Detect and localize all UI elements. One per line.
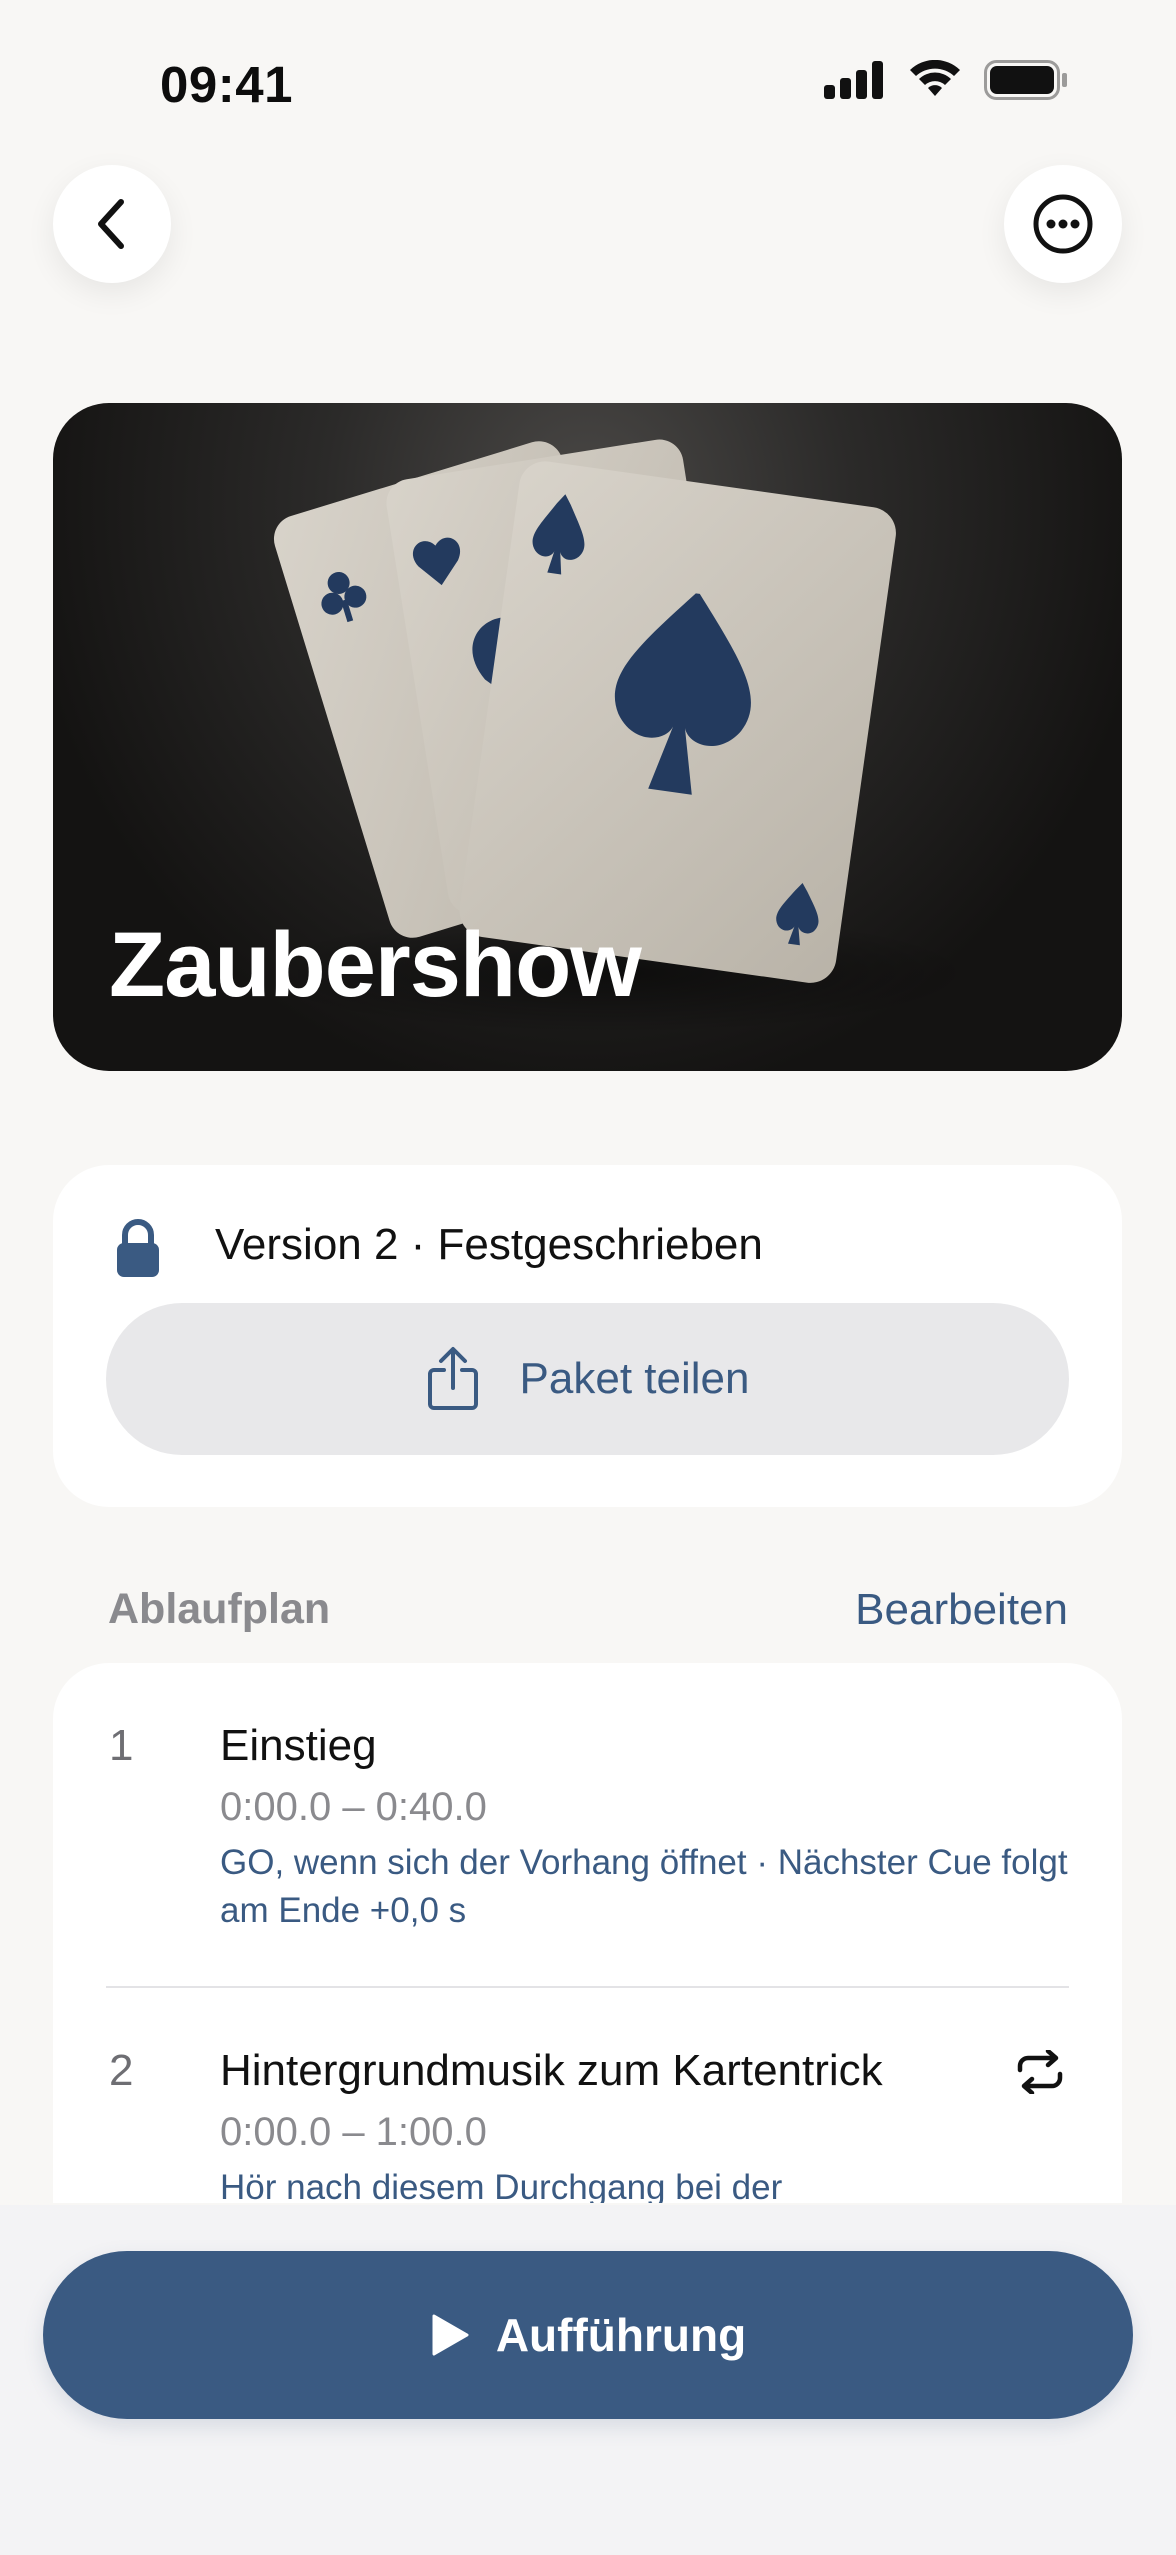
wifi-icon (910, 60, 960, 96)
more-button[interactable] (1004, 165, 1122, 283)
share-label: Paket teilen (519, 1354, 750, 1403)
perform-button[interactable]: Aufführung (43, 2251, 1133, 2419)
back-button[interactable] (53, 165, 171, 283)
version-card: Version 2 · Festgeschrieben Paket teilen (53, 1165, 1122, 1507)
cue-note: GO, wenn sich der Vorhang öffnet · Nächs… (220, 1843, 1068, 1930)
cue-row[interactable]: 1 Einstieg 0:00.0 – 0:40.0 GO, wenn sich… (53, 1663, 1122, 1988)
share-icon (427, 1347, 478, 1410)
cue-title: Hintergrundmusik zum Kartentrick (220, 2046, 883, 2095)
cue-time: 0:00.0 – 0:40.0 (220, 1785, 487, 1829)
play-icon (432, 2314, 469, 2356)
cue-time: 0:00.0 – 1:00.0 (220, 2110, 487, 2154)
ellipsis-circle-icon (1033, 194, 1093, 254)
perform-label: Aufführung (495, 2309, 747, 2361)
cue-note: Hör nach diesem Durchgang bei der (220, 2168, 783, 2203)
section-title: Ablaufplan (108, 1585, 331, 1633)
edit-button[interactable]: Bearbeiten (855, 1585, 1068, 1635)
cue-number: 1 (109, 1721, 134, 1770)
share-package-button[interactable]: Paket teilen (106, 1303, 1069, 1455)
repeat-icon (1017, 2050, 1063, 2094)
lock-icon (117, 1219, 159, 1277)
signal-icon (824, 61, 883, 99)
show-title: Zaubershow (109, 914, 642, 1016)
chevron-left-icon (98, 199, 124, 249)
battery-icon (984, 60, 1067, 100)
cue-number: 2 (109, 2046, 134, 2095)
status-bar: 09:41 (0, 0, 1176, 170)
status-time: 09:41 (160, 56, 293, 113)
hero-image: Zaubershow (53, 403, 1122, 1071)
cue-row[interactable]: 2 Hintergrundmusik zum Kartentrick 0:00.… (53, 1988, 1122, 2203)
cue-list: 1 Einstieg 0:00.0 – 0:40.0 GO, wenn sich… (53, 1663, 1122, 2203)
cue-title: Einstieg (220, 1721, 377, 1770)
status-icons (824, 60, 1068, 100)
version-status: Version 2 · Festgeschrieben (215, 1220, 763, 1269)
